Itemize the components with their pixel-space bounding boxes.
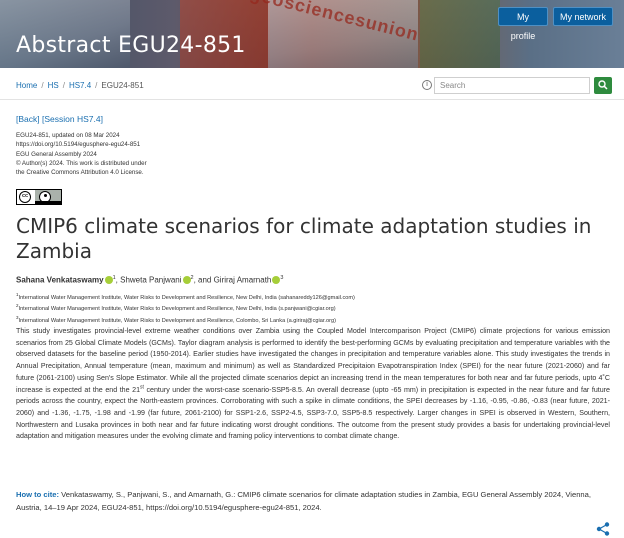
nav-links: [Back] [Session HS7.4] bbox=[16, 114, 103, 124]
back-link[interactable]: [Back] bbox=[16, 114, 40, 124]
abstract-body: This study investigates provincial-level… bbox=[16, 327, 610, 441]
author-3-affil: 3 bbox=[280, 275, 284, 281]
breadcrumb-session[interactable]: HS7.4 bbox=[69, 81, 91, 90]
meta-doi[interactable]: https://doi.org/10.5194/egusphere-egu24-… bbox=[16, 140, 147, 149]
affiliations: 1International Water Management Institut… bbox=[16, 291, 355, 325]
meta-updated: EGU24-851, updated on 08 Mar 2024 bbox=[16, 132, 120, 139]
search-button[interactable] bbox=[594, 77, 612, 94]
meta-assembly: EGU General Assembly 2024 bbox=[16, 150, 97, 158]
breadcrumb: Home / HS / HS7.4/EGU24-851 bbox=[16, 81, 144, 90]
breadcrumb-current: EGU24-851 bbox=[101, 81, 144, 90]
orcid-icon[interactable] bbox=[182, 275, 191, 284]
my-profile-button[interactable]: My profile bbox=[498, 7, 548, 41]
meta-license-1: © Author(s) 2024. This work is distribut… bbox=[16, 159, 147, 167]
orcid-icon[interactable] bbox=[104, 275, 113, 284]
my-network-button[interactable]: My network bbox=[553, 7, 613, 26]
breadcrumb-hs[interactable]: HS bbox=[48, 81, 59, 90]
search-input[interactable] bbox=[434, 77, 590, 94]
paper-title: CMIP6 climate scenarios for climate adap… bbox=[16, 214, 592, 263]
affiliation-item: 2International Water Management Institut… bbox=[16, 303, 336, 313]
cc-by-license-badge[interactable]: cc bbox=[16, 189, 62, 205]
share-icon[interactable] bbox=[596, 522, 610, 536]
info-icon[interactable]: i bbox=[422, 80, 432, 90]
affiliation-item: 3International Water Management Institut… bbox=[16, 314, 336, 324]
how-to-cite: How to cite: Venkataswamy, S., Panjwani,… bbox=[16, 489, 610, 514]
affiliation-item: 1International Water Management Institut… bbox=[16, 292, 355, 301]
breadcrumb-home[interactable]: Home bbox=[16, 81, 37, 90]
author-3: , and Giriraj Amarnath bbox=[193, 275, 272, 285]
citation-text: Venkataswamy, S., Panjwani, S., and Amar… bbox=[16, 490, 591, 512]
how-to-cite-label: How to cite: bbox=[16, 490, 60, 499]
cc-icon: cc bbox=[19, 191, 31, 203]
authors: Sahana Venkataswamy 1, Shweta Panjwani 2, … bbox=[16, 275, 283, 285]
abstract-metadata: EGU24-851, updated on 08 Mar 2024 https:… bbox=[16, 131, 147, 177]
search-icon bbox=[598, 80, 608, 90]
meta-license-2: the Creative Commons Attribution 4.0 Lic… bbox=[16, 169, 144, 177]
header-banner: geosciencesunion Abstract EGU24-851 My p… bbox=[0, 0, 624, 68]
breadcrumb-bar: Home / HS / HS7.4/EGU24-851 i bbox=[0, 72, 624, 100]
banner-flag bbox=[420, 0, 500, 68]
page-title: Abstract EGU24-851 bbox=[16, 33, 246, 58]
author-2: , Shweta Panjwani bbox=[115, 275, 182, 285]
session-link[interactable]: [Session HS7.4] bbox=[42, 114, 103, 124]
author-1: Sahana Venkataswamy bbox=[16, 275, 104, 285]
